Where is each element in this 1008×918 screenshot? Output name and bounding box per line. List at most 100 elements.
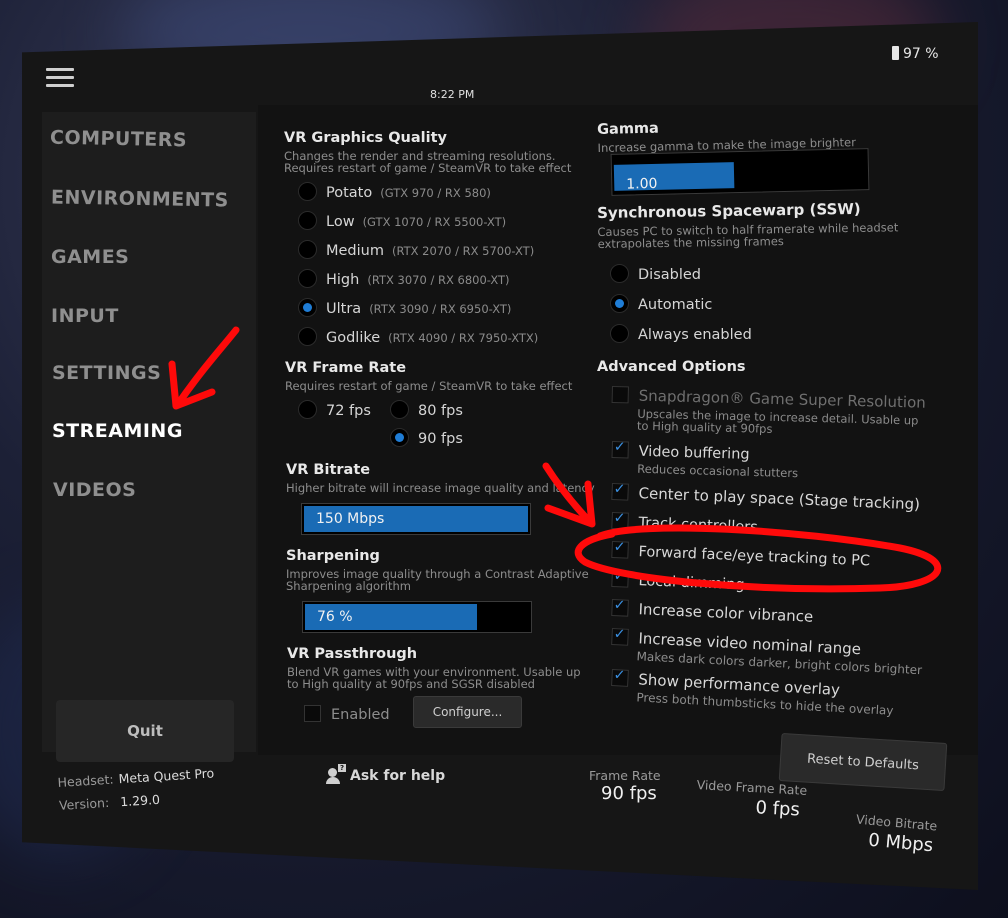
ssw-option-disabled[interactable]: Disabled xyxy=(610,264,701,283)
quality-label: Low xyxy=(326,214,355,230)
fps-option-72[interactable]: 72 fps xyxy=(298,400,371,419)
sidebar-item-input[interactable]: INPUT xyxy=(51,305,119,327)
radio-quality-low[interactable] xyxy=(298,211,317,230)
bitrate-value: 150 Mbps xyxy=(316,511,385,527)
checkbox-color-vibrance[interactable] xyxy=(611,598,629,617)
bitrate-slider[interactable]: 150 Mbps xyxy=(301,503,531,535)
gamma-value: 1.00 xyxy=(626,175,658,193)
bitrate-desc: Higher bitrate will increase image quali… xyxy=(286,481,595,495)
fps-option-80[interactable]: 80 fps xyxy=(390,400,463,419)
sidebar-item-games[interactable]: GAMES xyxy=(51,246,129,268)
frame-rate-label: Frame Rate xyxy=(589,768,661,783)
video-buffering-label: Video buffering xyxy=(638,443,750,463)
fps-80-label: 80 fps xyxy=(418,403,463,419)
radio-ssw-disabled[interactable] xyxy=(610,264,629,283)
sidebar-item-computers[interactable]: COMPUTERS xyxy=(50,127,188,152)
ssw-disabled-label: Disabled xyxy=(638,267,701,283)
checkbox-face-eye-tracking[interactable] xyxy=(611,540,629,559)
passthrough-enabled[interactable]: Enabled xyxy=(304,704,390,723)
frame-rate-desc: Requires restart of game / SteamVR to ta… xyxy=(285,379,573,393)
quality-option-ultra[interactable]: Ultra (RTX 3090 / RX 6950-XT) xyxy=(298,298,511,317)
ask-for-help-button[interactable]: ? Ask for help xyxy=(326,764,445,784)
quality-label: Medium xyxy=(326,243,384,259)
stat-frame-rate: Frame Rate 90 fps xyxy=(589,768,661,804)
bitrate-title: VR Bitrate xyxy=(286,462,371,478)
ssw-section: Synchronous Spacewarp (SSW) Causes PC to… xyxy=(597,199,899,251)
radio-80fps[interactable] xyxy=(390,400,409,419)
help-person-icon: ? xyxy=(326,764,346,784)
sharpening-section: Sharpening Improves image quality throug… xyxy=(286,548,589,592)
ssw-always-label: Always enabled xyxy=(638,327,752,343)
sidebar-item-settings[interactable]: SETTINGS xyxy=(52,362,161,384)
bitrate-section: VR Bitrate Higher bitrate will increase … xyxy=(286,462,595,494)
frame-rate-value: 90 fps xyxy=(601,783,657,804)
checkbox-local-dimming[interactable] xyxy=(611,569,629,588)
quality-hint: (GTX 1070 / RX 5500-XT) xyxy=(362,215,507,229)
quality-option-godlike[interactable]: Godlike (RTX 4090 / RX 7950-XTX) xyxy=(298,327,538,346)
configure-button[interactable]: Configure... xyxy=(413,696,522,728)
radio-ssw-automatic[interactable] xyxy=(610,294,629,313)
checkbox-nominal-range[interactable] xyxy=(611,627,629,646)
hamburger-menu-icon[interactable] xyxy=(46,68,74,88)
ssw-title: Synchronous Spacewarp (SSW) xyxy=(597,199,861,222)
ssw-option-always[interactable]: Always enabled xyxy=(610,324,752,343)
advanced-section: Advanced Options xyxy=(597,359,746,375)
fps-option-90[interactable]: 90 fps xyxy=(390,428,463,447)
version-label: Version: xyxy=(58,794,110,813)
sidebar-item-videos[interactable]: VIDEOS xyxy=(53,479,136,501)
frame-rate-title: VR Frame Rate xyxy=(285,360,407,376)
quality-option-potato[interactable]: Potato (GTX 970 / RX 580) xyxy=(298,182,491,201)
radio-quality-medium[interactable] xyxy=(298,240,317,259)
quality-label: Ultra xyxy=(326,301,362,317)
sharpening-title: Sharpening xyxy=(286,548,380,564)
graphics-quality-desc-2: Requires restart of game / SteamVR to ta… xyxy=(284,161,572,175)
passthrough-checkbox[interactable] xyxy=(304,705,321,722)
sidebar-item-streaming[interactable]: STREAMING xyxy=(52,420,183,442)
battery-icon xyxy=(892,46,899,60)
quality-hint: (RTX 2070 / RX 5700-XT) xyxy=(391,244,535,258)
radio-quality-godlike[interactable] xyxy=(298,327,317,346)
passthrough-desc-2: to High quality at 90fps and SGSR disabl… xyxy=(287,677,535,691)
quality-option-high[interactable]: High (RTX 3070 / RX 6800-XT) xyxy=(298,269,510,288)
checkbox-sgsr[interactable] xyxy=(611,385,629,404)
quit-button[interactable]: Quit xyxy=(56,700,234,762)
radio-quality-high[interactable] xyxy=(298,269,317,288)
quality-hint: (RTX 3090 / RX 6950-XT) xyxy=(369,302,512,316)
passthrough-section: VR Passthrough Blend VR games with your … xyxy=(287,646,581,690)
video-frame-rate-value: 0 fps xyxy=(754,797,801,821)
advanced-title: Advanced Options xyxy=(597,359,746,375)
radio-90fps[interactable] xyxy=(390,428,409,447)
fps-90-label: 90 fps xyxy=(418,431,463,447)
checkbox-video-buffering[interactable] xyxy=(611,440,629,459)
checkbox-perf-overlay[interactable] xyxy=(611,668,629,687)
ssw-option-automatic[interactable]: Automatic xyxy=(610,294,712,313)
adv-option-video-buffering[interactable]: Video buffering Reduces occasional stutt… xyxy=(611,440,799,480)
quality-hint: (RTX 4090 / RX 7950-XTX) xyxy=(388,331,539,345)
quality-hint: (GTX 970 / RX 580) xyxy=(380,186,491,200)
sharpening-slider[interactable]: 76 % xyxy=(302,601,532,633)
radio-quality-ultra[interactable] xyxy=(298,298,317,317)
clock: 8:22 PM xyxy=(430,88,475,101)
frame-rate-section: VR Frame Rate Requires restart of game /… xyxy=(285,360,572,392)
quality-label: Potato xyxy=(326,185,373,201)
radio-quality-potato[interactable] xyxy=(298,182,317,201)
gamma-slider[interactable]: 1.00 xyxy=(610,148,870,196)
stat-video-frame-rate: Video Frame Rate 0 fps xyxy=(695,777,807,821)
ssw-automatic-label: Automatic xyxy=(638,297,713,313)
passthrough-enabled-label: Enabled xyxy=(331,707,390,723)
quality-option-medium[interactable]: Medium (RTX 2070 / RX 5700-XT) xyxy=(298,240,534,259)
headset-label: Headset: xyxy=(57,771,114,790)
help-label: Ask for help xyxy=(350,768,446,784)
stat-video-bitrate: Video Bitrate 0 Mbps xyxy=(853,812,938,857)
adv-option-sgsr[interactable]: Snapdragon® Game Super Resolution Upscal… xyxy=(611,385,926,439)
quality-hint: (RTX 3070 / RX 6800-XT) xyxy=(367,273,510,287)
reset-defaults-button[interactable]: Reset to Defaults xyxy=(778,732,948,792)
checkbox-track-controllers[interactable] xyxy=(611,511,629,530)
radio-ssw-always[interactable] xyxy=(610,324,629,343)
quality-option-low[interactable]: Low (GTX 1070 / RX 5500-XT) xyxy=(298,211,506,230)
quality-label: Godlike xyxy=(326,330,381,346)
radio-72fps[interactable] xyxy=(298,400,317,419)
version-value: 1.29.0 xyxy=(119,791,161,810)
sidebar-item-environments[interactable]: ENVIRONMENTS xyxy=(51,186,229,211)
checkbox-stage-tracking[interactable] xyxy=(611,482,629,501)
